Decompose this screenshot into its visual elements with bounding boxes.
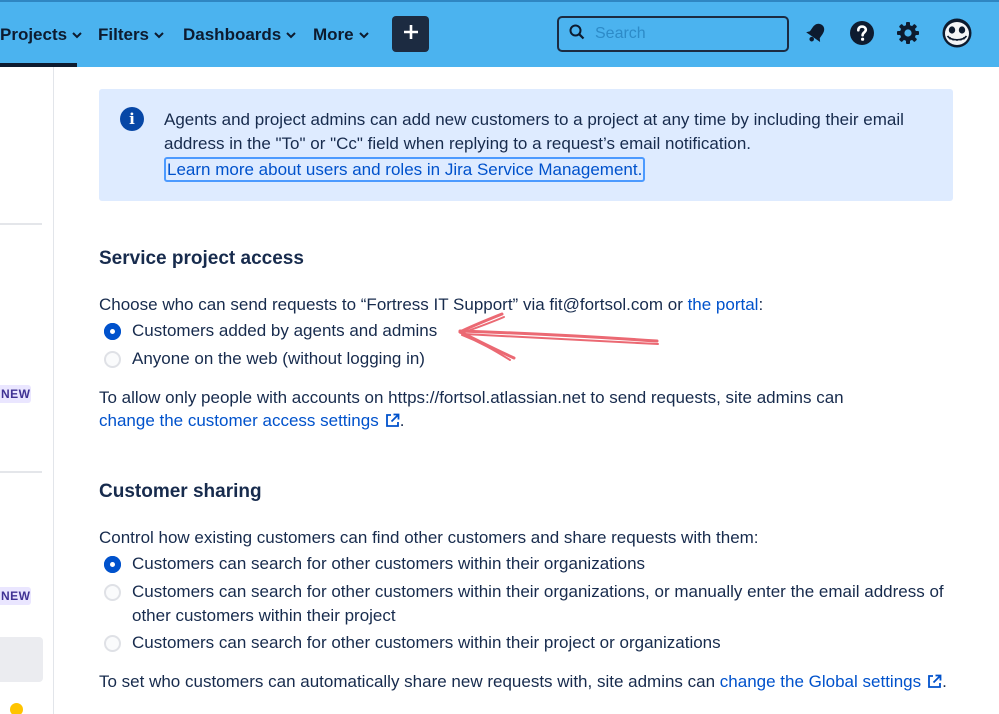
- sharing-option-project-or-organizations[interactable]: Customers can search for other customers…: [104, 631, 721, 655]
- create-button[interactable]: [392, 16, 429, 52]
- nav-dashboards-label: Dashboards: [183, 25, 282, 44]
- access-option-anyone[interactable]: Anyone on the web (without logging in): [104, 347, 425, 371]
- sidebar-item-selected[interactable]: [0, 637, 43, 682]
- nav-filters-label: Filters: [98, 25, 150, 44]
- access-note-suffix: .: [399, 411, 405, 430]
- plus-icon: [403, 24, 419, 45]
- sharing-note-text: To set who customers can automatically s…: [99, 672, 720, 691]
- search-box[interactable]: [557, 16, 789, 52]
- search-icon: [569, 24, 585, 45]
- chevron-down-icon: [286, 31, 296, 39]
- search-input[interactable]: [595, 25, 765, 43]
- nav-filters[interactable]: Filters: [98, 22, 164, 48]
- avatar[interactable]: [941, 17, 973, 49]
- nav-more[interactable]: More: [313, 22, 369, 48]
- customer-sharing-heading: Customer sharing: [99, 481, 262, 502]
- access-option-agents-admins[interactable]: Customers added by agents and admins: [104, 319, 437, 343]
- radio-unselected[interactable]: [104, 584, 121, 601]
- status-dot: [10, 703, 23, 714]
- access-option-label: Customers added by agents and admins: [132, 321, 438, 340]
- new-badge: NEW: [0, 587, 31, 605]
- annotation-arrow: [458, 312, 659, 361]
- sharing-note: To set who customers can automatically s…: [99, 670, 947, 696]
- global-settings-link[interactable]: change the Global settings: [720, 672, 942, 691]
- nav-dashboards[interactable]: Dashboards: [183, 22, 296, 48]
- radio-unselected[interactable]: [104, 635, 121, 652]
- topbar-edge: [0, 0, 999, 2]
- service-project-access-heading: Service project access: [99, 248, 304, 269]
- chevron-down-icon: [358, 31, 369, 39]
- sharing-note-suffix: .: [942, 672, 947, 691]
- sharing-option-label: Customers can search for other customers…: [132, 580, 944, 628]
- sharing-option-organizations[interactable]: Customers can search for other customers…: [104, 552, 645, 576]
- nav-more-label: More: [313, 25, 354, 44]
- global-settings-label: change the Global settings: [719, 672, 922, 691]
- nav-projects-label: Projects: [0, 25, 68, 44]
- external-link-icon: [385, 411, 400, 435]
- radio-selected[interactable]: [104, 323, 121, 340]
- radio-unselected[interactable]: [104, 351, 121, 368]
- sharing-option-label: Customers can search for other customers…: [132, 554, 646, 573]
- sharing-intro: Control how existing customers can find …: [99, 528, 759, 547]
- sidebar-divider: [0, 471, 42, 473]
- info-icon: i: [120, 107, 144, 131]
- new-badge: NEW: [0, 385, 31, 403]
- banner-message: Agents and project admins can add new cu…: [164, 108, 934, 182]
- external-link-icon: [927, 672, 942, 696]
- customer-access-settings-label: change the customer access settings: [99, 411, 379, 430]
- learn-more-link[interactable]: Learn more about users and roles in Jira…: [164, 157, 646, 182]
- banner-text: Agents and project admins can add new cu…: [164, 110, 904, 153]
- customer-access-settings-link[interactable]: change the customer access settings: [99, 411, 400, 430]
- chevron-down-icon: [154, 31, 164, 39]
- nav-projects[interactable]: Projects: [0, 22, 82, 48]
- info-banner: i Agents and project admins can add new …: [99, 89, 953, 201]
- sharing-option-label-line1: Customers can search for other customers…: [132, 582, 944, 601]
- sidebar-divider: [0, 223, 42, 225]
- access-note-line1: To allow only people with accounts on ht…: [99, 388, 844, 407]
- portal-link[interactable]: the portal: [688, 295, 759, 314]
- access-option-label: Anyone on the web (without logging in): [132, 349, 425, 368]
- help-icon[interactable]: [848, 19, 876, 47]
- sharing-option-organizations-or-email[interactable]: Customers can search for other customers…: [104, 580, 944, 628]
- access-intro-suffix: :: [758, 295, 764, 314]
- access-note-line2: change the customer access settings.: [99, 409, 404, 435]
- top-navigation-bar: Projects Filters Dashboards More: [0, 0, 999, 67]
- sharing-option-label: Customers can search for other customers…: [132, 633, 721, 652]
- settings-gear-icon[interactable]: [894, 19, 922, 47]
- chevron-down-icon: [72, 31, 82, 39]
- radio-selected[interactable]: [104, 556, 121, 573]
- notifications-icon[interactable]: [802, 19, 830, 47]
- sharing-option-label-line2: other customers within their project: [132, 606, 396, 625]
